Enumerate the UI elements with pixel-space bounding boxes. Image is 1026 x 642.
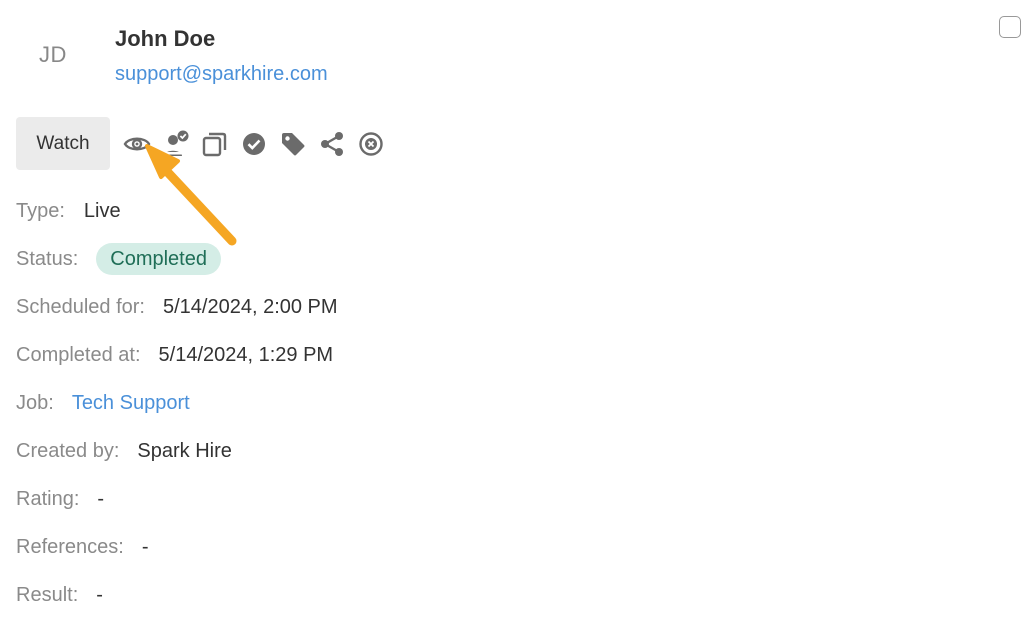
- completed-value: 5/14/2024, 1:29 PM: [158, 344, 334, 366]
- avatar: JD: [39, 42, 67, 67]
- candidate-name: John Doe: [115, 26, 216, 51]
- rating-value: -: [97, 488, 105, 510]
- job-label: Job:: [16, 392, 54, 414]
- check-circle-icon[interactable]: [239, 129, 269, 159]
- job-link[interactable]: Tech Support: [72, 389, 190, 417]
- copy-icon[interactable]: [200, 129, 230, 159]
- detail-status: Status: Completed: [16, 243, 221, 275]
- result-value: -: [96, 584, 103, 606]
- scheduled-label: Scheduled for:: [16, 296, 145, 318]
- type-label: Type:: [16, 200, 65, 222]
- annotation-arrow: [145, 144, 237, 246]
- status-label: Status:: [16, 248, 79, 270]
- detail-scheduled: Scheduled for: 5/14/2024, 2:00 PM: [16, 293, 338, 321]
- close-circle-icon[interactable]: [356, 129, 386, 159]
- detail-created-by: Created by: Spark Hire: [16, 437, 232, 465]
- created-by-value: Spark Hire: [137, 440, 232, 462]
- watch-button[interactable]: Watch: [16, 117, 110, 170]
- created-by-label: Created by:: [16, 440, 120, 462]
- tag-icon[interactable]: [278, 129, 308, 159]
- status-badge: Completed: [96, 243, 221, 275]
- eye-icon[interactable]: [122, 129, 152, 159]
- candidate-email-link[interactable]: support@sparkhire.com: [115, 60, 328, 88]
- references-value: -: [141, 536, 149, 558]
- rating-label: Rating:: [16, 488, 80, 510]
- completed-label: Completed at:: [16, 344, 141, 366]
- person-check-icon[interactable]: [161, 129, 191, 159]
- detail-type: Type: Live: [16, 197, 121, 225]
- references-label: References:: [16, 536, 124, 558]
- share-icon[interactable]: [317, 129, 347, 159]
- scheduled-value: 5/14/2024, 2:00 PM: [162, 296, 338, 318]
- result-label: Result:: [16, 584, 79, 606]
- detail-result: Result: -: [16, 581, 103, 609]
- type-value: Live: [83, 200, 121, 222]
- interview-detail-card: JD John Doe support@sparkhire.com Watch: [0, 0, 1026, 642]
- detail-references: References: -: [16, 533, 149, 561]
- action-toolbar: Watch: [16, 117, 395, 170]
- select-checkbox[interactable]: [999, 16, 1021, 38]
- detail-job: Job: Tech Support: [16, 389, 190, 417]
- detail-completed: Completed at: 5/14/2024, 1:29 PM: [16, 341, 333, 369]
- detail-rating: Rating: -: [16, 485, 104, 513]
